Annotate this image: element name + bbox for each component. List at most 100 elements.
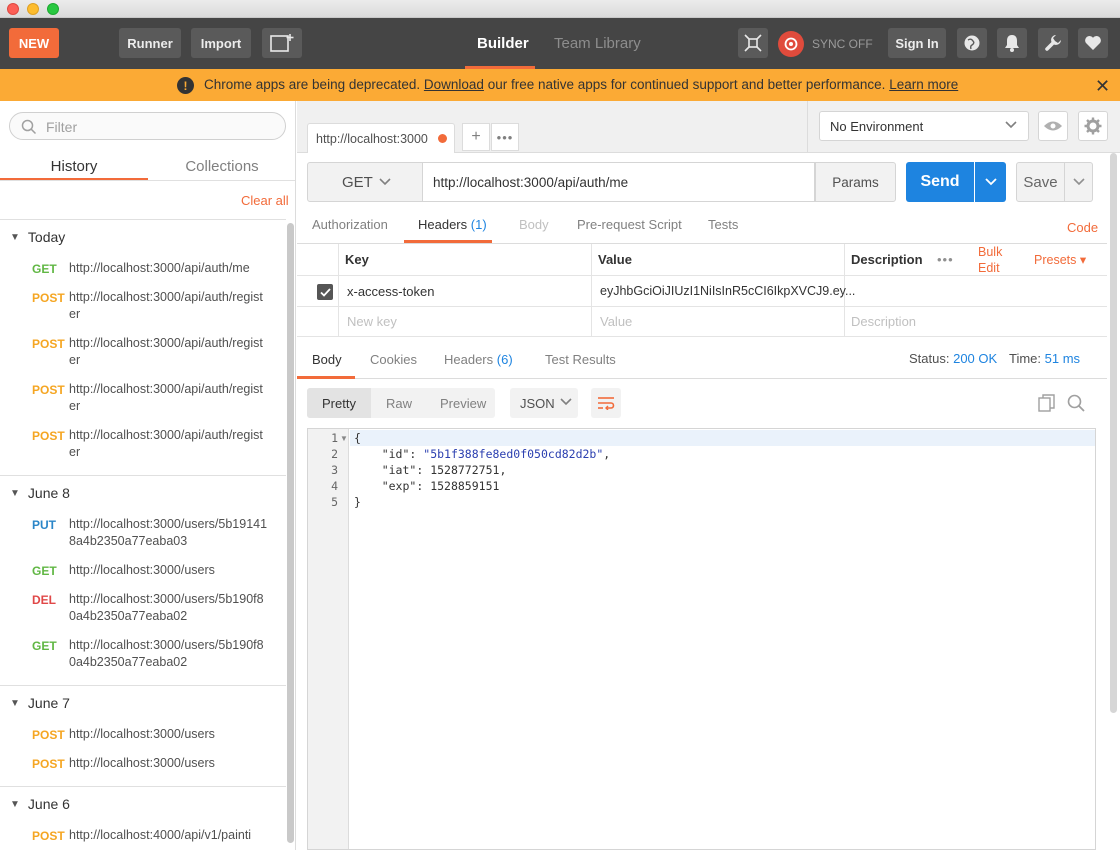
tab-body[interactable]: Body: [519, 217, 549, 232]
history-item[interactable]: GET http://localhost:3000/api/auth/me: [0, 254, 286, 283]
tab-response-headers-label: Headers: [444, 352, 494, 367]
history-item[interactable]: POST http://localhost:3000/users: [0, 749, 286, 778]
tab-collections[interactable]: Collections: [148, 153, 295, 179]
history-item[interactable]: POST http://localhost:3000/api/auth/regis…: [0, 329, 286, 375]
import-button[interactable]: Import: [191, 28, 251, 58]
history-group-header[interactable]: ▼ June 8: [0, 476, 286, 510]
manage-environments-button[interactable]: [1078, 111, 1108, 141]
new-window-button[interactable]: [262, 28, 302, 58]
minimize-window-button[interactable]: [27, 3, 39, 15]
presets-dropdown[interactable]: Presets ▾: [1034, 244, 1086, 275]
history-item[interactable]: GET http://localhost:3000/users/5b190f80a…: [0, 631, 286, 677]
settings-button[interactable]: [1038, 28, 1068, 58]
history-group-header[interactable]: ▼ June 7: [0, 686, 286, 720]
history-item[interactable]: POST http://localhost:3000/api/auth/regis…: [0, 421, 286, 467]
tab-response-body[interactable]: Body: [312, 352, 342, 367]
tab-team-library[interactable]: Team Library: [554, 28, 641, 58]
sign-in-button[interactable]: Sign In: [888, 28, 946, 58]
header-key-cell[interactable]: x-access-token: [347, 276, 434, 306]
history-item-url: http://localhost:3000/users/5b190f80a4b2…: [69, 638, 264, 669]
line-number: 3: [331, 463, 338, 477]
history-item[interactable]: DEL http://localhost:3000/users/5b190f80a…: [0, 585, 286, 631]
language-select[interactable]: JSON: [510, 388, 578, 418]
method-select[interactable]: GET: [307, 162, 423, 202]
history-item-method: POST: [32, 728, 65, 742]
url-input[interactable]: [423, 162, 815, 202]
tab-test-results[interactable]: Test Results: [545, 352, 616, 367]
tab-tests[interactable]: Tests: [708, 217, 738, 232]
status-value: 200 OK: [953, 351, 998, 366]
history-item-url: http://localhost:3000/api/auth/register: [69, 290, 263, 321]
new-value-input[interactable]: Value: [600, 307, 632, 336]
tab-builder[interactable]: Builder: [477, 28, 529, 58]
history-item-url: http://localhost:3000/users: [69, 756, 215, 770]
runner-button[interactable]: Runner: [119, 28, 181, 58]
history-item-method: GET: [32, 564, 57, 578]
more-options-button[interactable]: •••: [937, 244, 954, 275]
params-button[interactable]: Params: [815, 162, 896, 202]
table-row-new: New key Value Description: [297, 307, 1107, 337]
notifications-button[interactable]: [997, 28, 1027, 58]
code-brace: }: [354, 495, 361, 509]
tab-headers[interactable]: Headers (1): [418, 217, 487, 232]
send-button[interactable]: Send: [906, 162, 974, 202]
tab-response-headers[interactable]: Headers (6): [444, 352, 513, 367]
fold-toggle-icon[interactable]: ▼: [340, 434, 348, 443]
close-window-button[interactable]: [7, 3, 19, 15]
download-link[interactable]: Download: [424, 77, 484, 92]
history-item[interactable]: PUT http://localhost:3000/users/5b191418a…: [0, 510, 286, 556]
sidebar-scrollbar[interactable]: [287, 223, 294, 843]
learn-more-link[interactable]: Learn more: [889, 77, 958, 92]
search-icon: [21, 119, 37, 135]
interceptor-button[interactable]: [738, 28, 768, 58]
copy-icon[interactable]: [1038, 394, 1056, 412]
history-group-header[interactable]: ▼ June 6: [0, 787, 286, 821]
history-item-url: http://localhost:3000/api/auth/me: [69, 261, 250, 275]
close-icon[interactable]: ✕: [1095, 76, 1110, 97]
caret-down-icon: ▼: [10, 697, 20, 709]
raw-button[interactable]: Raw: [386, 388, 412, 418]
add-tab-button[interactable]: +: [462, 123, 490, 151]
tab-history[interactable]: History: [0, 153, 148, 179]
history-item[interactable]: POST http://localhost:3000/api/auth/regis…: [0, 375, 286, 421]
history-item[interactable]: GET http://localhost:3000/users: [0, 556, 286, 585]
history-group-header[interactable]: ▼ Today: [0, 220, 286, 254]
save-dropdown-button[interactable]: [1065, 162, 1093, 202]
request-tab[interactable]: http://localhost:3000: [307, 123, 455, 153]
globe-button[interactable]: [957, 28, 987, 58]
header-enabled-checkbox[interactable]: [317, 284, 333, 300]
more-tabs-button[interactable]: •••: [491, 123, 519, 151]
history-item-url: http://localhost:3000/users/5b191418a4b2…: [69, 517, 268, 548]
save-button[interactable]: Save: [1016, 162, 1065, 202]
tab-prerequest-script[interactable]: Pre-request Script: [577, 217, 682, 232]
header-description-cell[interactable]: [851, 276, 1101, 306]
maximize-window-button[interactable]: [47, 3, 59, 15]
globe-icon: [964, 35, 980, 51]
header-value-cell[interactable]: eyJhbGciOiJIUzI1NiIsInR5cCI6IkpXVCJ9.ey.…: [600, 276, 855, 306]
filter-input[interactable]: [46, 117, 276, 137]
history-item[interactable]: POST http://localhost:4000/api/v1/painti: [0, 821, 286, 850]
pretty-button[interactable]: Pretty: [307, 388, 371, 418]
new-button[interactable]: NEW: [9, 28, 59, 58]
environment-select[interactable]: No Environment: [819, 111, 1029, 141]
search-icon[interactable]: [1067, 394, 1085, 412]
tab-cookies[interactable]: Cookies: [370, 352, 417, 367]
send-dropdown-button[interactable]: [975, 162, 1006, 202]
response-body-editor[interactable]: 1 ▼ 2 3 4 5 { "id": "5b1f388fe8ed0f050cd82d2b…: [307, 428, 1096, 850]
quick-look-button[interactable]: [1038, 111, 1068, 141]
code-link[interactable]: Code: [1067, 220, 1098, 235]
preview-button[interactable]: Preview: [440, 388, 486, 418]
history-item-method: GET: [32, 262, 57, 276]
sync-status[interactable]: SYNC OFF: [778, 30, 873, 58]
filter-box: [9, 112, 286, 140]
new-key-input[interactable]: New key: [347, 307, 397, 336]
wrap-lines-button[interactable]: [591, 388, 621, 418]
bulk-edit-link[interactable]: Bulk Edit: [978, 244, 1008, 275]
history-item[interactable]: POST http://localhost:3000/api/auth/regis…: [0, 283, 286, 329]
history-item[interactable]: POST http://localhost:3000/users: [0, 720, 286, 749]
new-description-input[interactable]: Description: [851, 307, 916, 336]
main-scrollbar[interactable]: [1110, 153, 1117, 713]
clear-all-link[interactable]: Clear all: [241, 193, 289, 208]
favorite-button[interactable]: [1078, 28, 1108, 58]
tab-authorization[interactable]: Authorization: [312, 217, 388, 232]
